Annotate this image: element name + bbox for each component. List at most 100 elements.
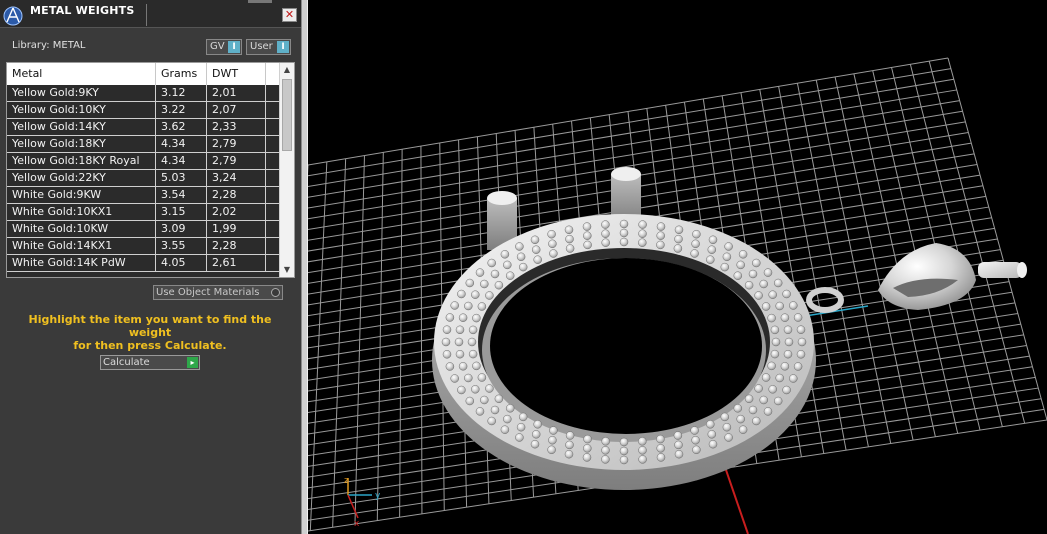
panel-title: METAL WEIGHTS	[30, 4, 135, 17]
bead-icon	[783, 349, 793, 359]
column-header-grams[interactable]: Grams	[156, 63, 207, 85]
radio-icon[interactable]	[271, 288, 280, 297]
bead-icon	[797, 337, 807, 347]
table-row[interactable]: White Gold:10KW 3.09 1,99	[7, 221, 279, 238]
bead-icon	[583, 231, 592, 240]
bead-icon	[754, 384, 763, 393]
bead-icon	[477, 302, 487, 311]
cell-dwt: 2,28	[207, 238, 266, 254]
play-arrow-icon: ▸	[187, 357, 198, 368]
table-row[interactable]: Yellow Gold:14KY 3.62 2,33	[7, 119, 279, 136]
bead-icon	[487, 258, 496, 268]
column-header-dwt[interactable]: DWT	[207, 63, 266, 85]
table-header: Metal Grams DWT	[7, 63, 279, 85]
cell-spacer	[266, 102, 279, 118]
cell-metal: White Gold:10KX1	[7, 204, 156, 220]
bead-icon	[708, 235, 718, 245]
scrollbar-thumb[interactable]	[282, 79, 292, 151]
use-object-materials-option[interactable]: Use Object Materials	[153, 285, 283, 300]
instruction-line-2: for then press Calculate.	[73, 339, 227, 352]
chevron-down-icon[interactable]: ▼	[280, 263, 294, 277]
bead-icon	[516, 422, 526, 432]
3d-viewport[interactable]: z y x	[308, 0, 1047, 534]
cell-metal: Yellow Gold:14KY	[7, 119, 156, 135]
table-row[interactable]: Yellow Gold:10KY 3.22 2,07	[7, 102, 279, 119]
bead-icon	[582, 453, 592, 462]
panel-splitter[interactable]	[301, 0, 308, 534]
table-row[interactable]: Yellow Gold:18KY 4.34 2,79	[7, 136, 279, 153]
bead-icon	[582, 222, 592, 231]
bead-icon	[691, 239, 700, 249]
jump-ring	[806, 287, 844, 313]
cell-spacer	[266, 153, 279, 169]
bead-icon	[773, 396, 783, 406]
table-row[interactable]: White Gold:14K PdW 4.05 2,61	[7, 255, 279, 272]
cell-grams: 4.05	[156, 255, 207, 271]
table-row[interactable]: Yellow Gold:22KY 5.03 3,24	[7, 170, 279, 187]
bead-icon	[768, 385, 777, 394]
bead-icon	[601, 229, 610, 238]
bead-icon	[759, 395, 768, 405]
bead-icon	[752, 416, 761, 426]
title-tab-handle[interactable]	[248, 0, 272, 3]
table-row[interactable]: Yellow Gold:9KY 3.12 2,01	[7, 85, 279, 102]
bead-icon	[733, 404, 743, 413]
bead-icon	[708, 439, 718, 449]
bead-icon	[724, 242, 733, 251]
bead-icon	[477, 373, 487, 382]
bead-icon	[761, 373, 771, 382]
calculate-button[interactable]: Calculate ▸	[100, 355, 200, 370]
cell-dwt: 2,28	[207, 187, 266, 203]
bead-icon	[533, 255, 542, 264]
bead-icon	[674, 234, 683, 244]
bead-icon	[770, 349, 780, 359]
bead-icon	[485, 384, 494, 393]
cell-grams: 3.62	[156, 119, 207, 135]
bead-icon	[692, 229, 701, 239]
bead-icon	[761, 302, 771, 311]
cell-grams: 4.34	[156, 153, 207, 169]
bead-icon	[583, 240, 592, 250]
column-header-metal[interactable]: Metal	[7, 63, 156, 85]
table-row[interactable]: White Gold:14KX1 3.55 2,28	[7, 238, 279, 255]
bead-icon	[565, 440, 574, 450]
library-label: Library: METAL	[12, 40, 86, 51]
bead-icon	[530, 235, 540, 245]
close-icon: ✕	[284, 8, 295, 21]
bead-icon	[601, 220, 610, 229]
bead-icon	[638, 229, 647, 238]
user-toggle-label: User	[250, 41, 273, 52]
cell-spacer	[266, 187, 279, 203]
close-button[interactable]: ✕	[282, 8, 297, 22]
bead-icon	[450, 301, 459, 310]
user-toggle[interactable]: User I	[246, 39, 291, 55]
bead-icon	[783, 325, 793, 335]
bead-icon	[707, 245, 717, 254]
bead-icon	[638, 446, 647, 455]
bead-icon	[656, 240, 665, 250]
chevron-up-icon[interactable]: ▲	[280, 63, 294, 77]
table-row[interactable]: White Gold:10KX1 3.15 2,02	[7, 204, 279, 221]
bead-icon	[464, 301, 473, 311]
gv-toggle[interactable]: GV I	[206, 39, 242, 55]
bead-icon	[500, 250, 510, 259]
cell-dwt: 2,79	[207, 153, 266, 169]
cell-grams: 3.54	[156, 187, 207, 203]
bead-icon	[752, 258, 761, 268]
bead-icon	[690, 249, 699, 258]
bead-icon	[692, 445, 701, 455]
bead-icon	[738, 250, 748, 259]
bead-icon	[518, 412, 528, 422]
cell-grams: 3.09	[156, 221, 207, 237]
user-indicator-icon: I	[277, 41, 289, 53]
table-row[interactable]: White Gold:9KW 3.54 2,28	[7, 187, 279, 204]
bead-icon	[720, 412, 730, 422]
table-row-partial[interactable]	[7, 272, 279, 277]
bead-icon	[441, 337, 451, 347]
bead-icon	[601, 455, 610, 464]
cell-metal: Yellow Gold:22KY	[7, 170, 156, 186]
cell-grams: 4.34	[156, 136, 207, 152]
table-scrollbar[interactable]: ▲ ▼	[279, 63, 294, 277]
cell-dwt: 2,07	[207, 102, 266, 118]
table-row[interactable]: Yellow Gold:18KY Royal 4.34 2,79	[7, 153, 279, 170]
